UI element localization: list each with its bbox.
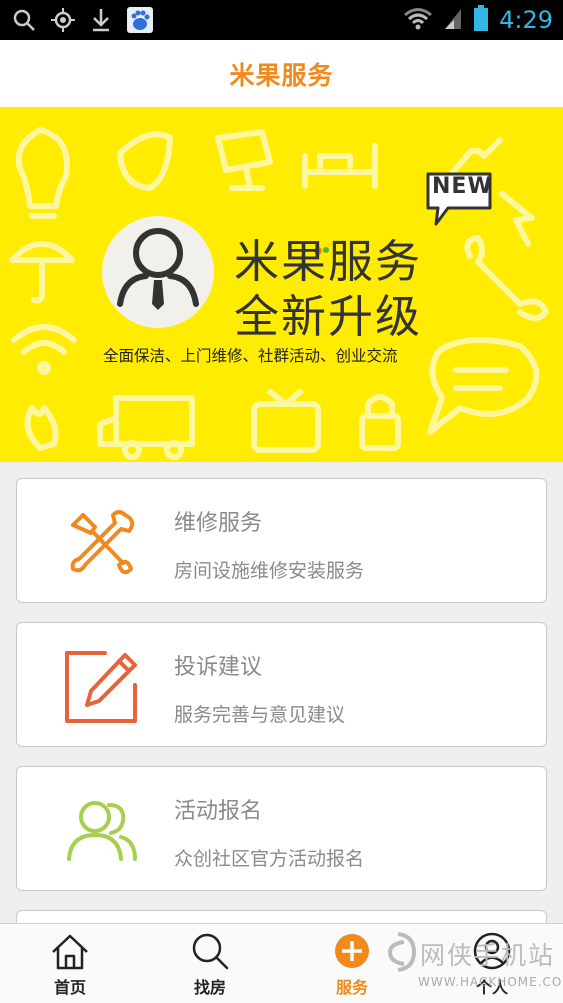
tab-home[interactable]: 首页 bbox=[20, 924, 120, 1003]
edit-icon bbox=[65, 651, 139, 725]
location-icon bbox=[50, 7, 76, 37]
service-desc: 众创社区官方活动报名 bbox=[174, 848, 365, 870]
promo-banner[interactable]: NEW 米果服务 全新升级 全面保洁、上门维修、社群活动、创业交流 bbox=[0, 108, 563, 462]
signal-icon bbox=[443, 5, 463, 35]
service-desc: 服务完善与意见建议 bbox=[174, 704, 346, 726]
clock: 4:29 bbox=[499, 6, 553, 34]
search-icon bbox=[191, 932, 229, 974]
tab-label: 首页 bbox=[53, 978, 86, 997]
service-list: 维修服务 房间设施维修安装服务 投诉建议 服务完善与意见建议 活动报名 众创社区… bbox=[16, 478, 547, 959]
battery-icon bbox=[473, 4, 489, 36]
tab-label: 服务 bbox=[335, 978, 368, 997]
service-title: 活动报名 bbox=[174, 799, 263, 824]
baidu-icon bbox=[126, 6, 154, 38]
service-title: 维修服务 bbox=[174, 511, 263, 536]
home-icon bbox=[51, 932, 89, 974]
app-header: 米果服务 bbox=[0, 40, 563, 108]
new-badge: NEW bbox=[432, 174, 493, 199]
plus-icon bbox=[333, 932, 371, 974]
download-icon bbox=[90, 7, 112, 37]
watermark-logo bbox=[387, 932, 417, 972]
tab-find-room[interactable]: 找房 bbox=[160, 924, 260, 1003]
service-card-feedback[interactable]: 投诉建议 服务完善与意见建议 bbox=[16, 622, 547, 747]
people-icon bbox=[65, 795, 139, 869]
page-title: 米果服务 bbox=[229, 60, 334, 90]
wifi-icon bbox=[403, 5, 433, 35]
service-title: 投诉建议 bbox=[174, 655, 263, 680]
banner-title-line2: 全新升级 bbox=[234, 290, 423, 343]
wrench-screwdriver-icon bbox=[65, 507, 139, 581]
tab-label: 找房 bbox=[193, 978, 226, 997]
service-card-event[interactable]: 活动报名 众创社区官方活动报名 bbox=[16, 766, 547, 891]
banner-subtitle: 全面保洁、上门维修、社群活动、创业交流 bbox=[103, 347, 398, 365]
service-desc: 房间设施维修安装服务 bbox=[174, 560, 365, 582]
service-card-repair[interactable]: 维修服务 房间设施维修安装服务 bbox=[16, 478, 547, 603]
status-bar: 4:29 bbox=[0, 0, 563, 40]
watermark-text: 网侠手机站 bbox=[420, 941, 556, 970]
search-icon bbox=[12, 8, 36, 36]
watermark-url: WWW.HACKHOME.COM bbox=[418, 975, 563, 989]
